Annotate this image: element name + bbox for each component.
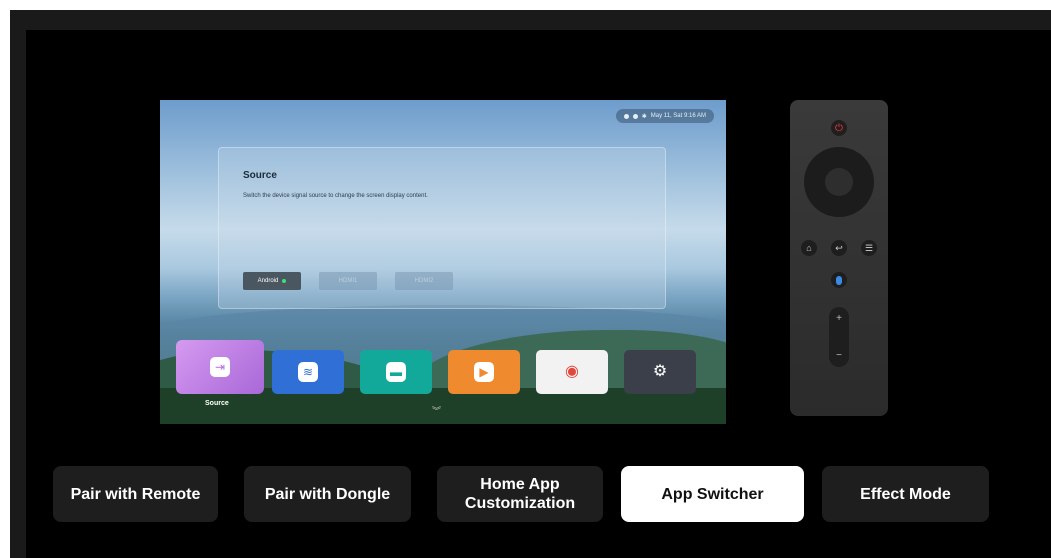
video-player-app-tile[interactable]: ▶ (448, 350, 520, 394)
source-panel-title: Source (243, 170, 277, 181)
dpad-ok-button[interactable] (825, 168, 853, 196)
app-row: ⇥ ≋ ▬ ▶ ◉ ⚙ (176, 340, 712, 394)
remote-control: ⏻ ⌂ ↩ ☰ + − (790, 100, 888, 416)
menu-icon[interactable]: ☰ (861, 240, 877, 256)
settings-status-icon (623, 113, 629, 119)
active-indicator-icon (282, 279, 287, 283)
source-button-hdmi1[interactable]: HDMI1 (319, 272, 377, 290)
gear-icon: ⚙ (652, 363, 668, 380)
selected-app-label: Source (205, 400, 229, 407)
volume-up-icon[interactable]: + (836, 313, 842, 324)
tv-preview: ✱ May 11, Sat 9:16 AM Source Switch the … (160, 100, 726, 424)
source-panel: Source Switch the device signal source t… (218, 147, 666, 309)
home-icon[interactable]: ⌂ (801, 240, 817, 256)
folder-icon: ▬ (386, 362, 406, 382)
chrome-icon: ◉ (565, 363, 579, 380)
power-icon[interactable]: ⏻ (831, 120, 847, 136)
back-icon[interactable]: ↩ (831, 240, 847, 256)
tab-pair-with-dongle[interactable]: Pair with Dongle (244, 466, 411, 522)
source-app-tile[interactable]: ⇥ (176, 340, 264, 394)
wifi-cast-icon: ≋ (298, 362, 318, 382)
mic-icon[interactable] (831, 272, 847, 288)
screen-cast-app-tile[interactable]: ≋ (272, 350, 344, 394)
source-button-hdmi2[interactable]: HDMI2 (395, 272, 453, 290)
chevron-down-icon[interactable]: ︾ (432, 404, 441, 417)
play-icon: ▶ (474, 362, 494, 382)
source-panel-description: Switch the device signal source to chang… (243, 193, 428, 199)
volume-down-icon[interactable]: − (836, 350, 842, 361)
input-arrow-icon: ⇥ (210, 357, 230, 377)
status-bar: ✱ May 11, Sat 9:16 AM (615, 109, 714, 123)
top-strip (0, 0, 1051, 10)
volume-rocker[interactable]: + − (829, 307, 849, 367)
network-status-icon (632, 113, 638, 119)
tab-pair-with-remote[interactable]: Pair with Remote (53, 466, 218, 522)
chrome-app-tile[interactable]: ◉ (536, 350, 608, 394)
tab-effect-mode[interactable]: Effect Mode (822, 466, 989, 522)
source-button-android[interactable]: Android (243, 272, 301, 290)
tab-home-app-customization[interactable]: Home App Customization (437, 466, 603, 522)
status-time: May 11, Sat 9:16 AM (650, 113, 706, 119)
settings-app-tile[interactable]: ⚙ (624, 350, 696, 394)
bluetooth-status-icon: ✱ (641, 113, 647, 120)
file-manager-app-tile[interactable]: ▬ (360, 350, 432, 394)
tab-app-switcher[interactable]: App Switcher (621, 466, 804, 522)
